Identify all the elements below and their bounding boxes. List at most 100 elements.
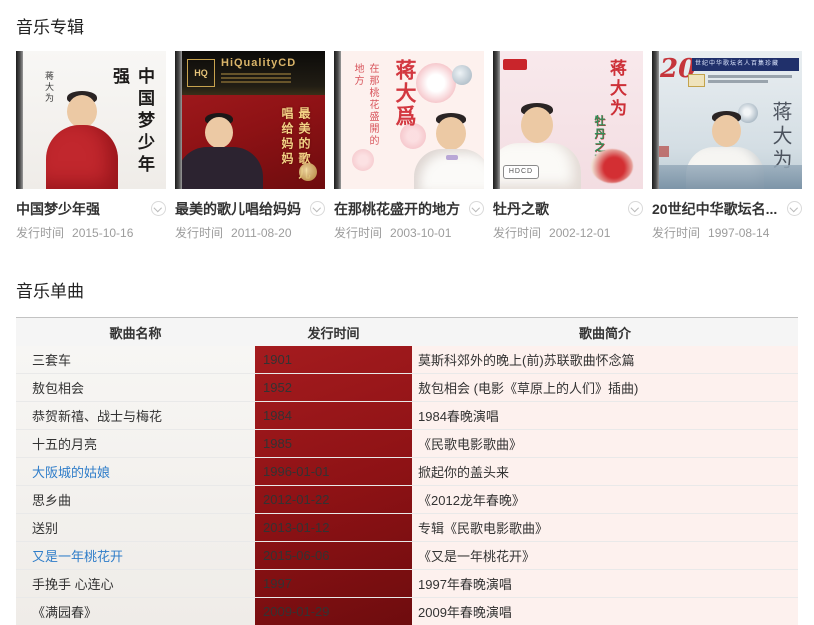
song-desc: 《2012龙年春晚》 [412,486,798,514]
album-title: 最美的歌儿唱给妈妈 [175,199,301,219]
cd-spine [175,51,182,189]
table-row: 送别 2013-01-12 专辑《民歌电影歌曲》 [16,514,798,542]
chevron-down-icon[interactable] [151,201,166,216]
singles-table-body: 三套车 1901 莫斯科郊外的晚上(前)苏联歌曲怀念篇 敖包相会 1952 敖包… [16,346,798,625]
song-name: 恭贺新禧、战士与梅花 [32,409,162,424]
song-desc: 专辑《民歌电影歌曲》 [412,514,798,542]
cover-top-band: HQ HiQualityCD [175,51,325,95]
cover-artist-text: 蒋大为 [43,71,56,104]
person-figure [67,95,97,128]
song-release-date: 1996-01-01 [255,458,412,486]
table-row: 思乡曲 2012-01-22 《2012龙年春晚》 [16,486,798,514]
song-desc: 莫斯科郊外的晚上(前)苏联歌曲怀念篇 [412,346,798,374]
cd-spine [16,51,23,189]
album-cover[interactable]: HQ HiQualityCD 最美的歌儿唱给妈妈 [175,51,325,189]
silver-badge [452,65,472,85]
hq-logo: HQ [187,59,215,87]
song-name: 送别 [32,521,58,536]
song-name: 思乡曲 [32,493,71,508]
cover-artist-text: 蒋大为 [604,59,629,119]
chevron-down-icon[interactable] [310,201,325,216]
person-figure [205,117,233,148]
song-release-date: 2013-01-12 [255,514,412,542]
cover-fine-print [221,73,291,83]
song-release-date: 2015-06-06 [255,542,412,570]
table-row: 恭贺新禧、战士与梅花 1984 1984春晚演唱 [16,402,798,430]
cover-fine-print [708,80,768,83]
song-release-date: 1997 [255,570,412,598]
cd-spine [652,51,659,189]
release-label: 发行时间 [16,226,64,240]
song-name[interactable]: 大阪城的姑娘 [32,465,110,480]
col-header-song-intro: 歌曲简介 [412,318,798,347]
album-cover[interactable]: 蒋大为 中国梦少年强 [16,51,166,189]
song-desc: 掀起你的盖头来 [412,458,798,486]
cover-title-calligraphy: 中国梦少年强 [107,67,157,189]
table-row: 大阪城的姑娘 1996-01-01 掀起你的盖头来 [16,458,798,486]
bow-tie [446,155,458,160]
blossom-decoration [416,63,456,103]
album-release: 发行时间 2002-12-01 [493,224,643,241]
album-list: 蒋大为 中国梦少年强 中国梦少年强 发行时间 2015-10-16 HQ HiQu… [16,51,798,241]
song-release-date: 1985 [255,430,412,458]
chevron-down-icon[interactable] [787,201,802,216]
song-name: 三套车 [32,353,71,368]
person-figure [436,117,466,150]
col-header-release-date: 发行时间 [255,318,412,347]
table-header-row: 歌曲名称 发行时间 歌曲简介 [16,318,798,347]
release-label: 发行时间 [652,226,700,240]
song-desc: 2009年春晚演唱 [412,598,798,625]
release-date: 2002-12-01 [549,226,610,240]
singles-section-title: 音乐单曲 [16,277,798,302]
album-cover[interactable]: 蒋大为 牡丹之歌 HDCD [493,51,643,189]
album-card: 在那桃花盛開的地方 蒋大爲 在那桃花盛开的地方 发行时间 2003-10-01 [334,51,484,241]
album-card: HQ HiQualityCD 最美的歌儿唱给妈妈 最美的歌儿唱给妈妈 发行时间2… [175,51,325,241]
gold-disc-logo [299,163,317,181]
album-card: 蒋大为 牡丹之歌 HDCD 牡丹之歌 发行时间 2002-12-01 [493,51,643,241]
cd-disc-logo [738,103,758,123]
cover-artist-text: 蒋大爲 [390,59,420,128]
release-date: 2003-10-01 [390,226,451,240]
release-label: 发行时间 [175,226,223,240]
album-cover[interactable]: 在那桃花盛開的地方 蒋大爲 [334,51,484,189]
hdcd-logo: HDCD [503,165,539,179]
chevron-down-icon[interactable] [469,201,484,216]
cover-banner-text: 世纪中华歌坛名人百集珍藏 [692,58,799,71]
song-name: 《满园春》 [32,605,97,620]
cd-spine [334,51,341,189]
table-row: 敖包相会 1952 敖包相会 (电影《草原上的人们》插曲) [16,374,798,402]
album-card: 20 世纪中华歌坛名人百集珍藏 蒋大为 20世纪中华歌坛名... 发行时间199… [652,51,802,241]
album-title: 牡丹之歌 [493,199,549,219]
gold-stamp [688,74,705,87]
table-row: 手挽手 心连心 1997 1997年春晚演唱 [16,570,798,598]
album-title: 中国梦少年强 [16,199,100,219]
person-figure [521,107,553,143]
song-release-date: 1901 [255,346,412,374]
release-date: 1997-08-14 [708,226,769,240]
song-desc: 敖包相会 (电影《草原上的人们》插曲) [412,374,798,402]
song-desc: 《又是一年桃花开》 [412,542,798,570]
table-row: 《满园春》 2009-01-29 2009年春晚演唱 [16,598,798,625]
release-label: 发行时间 [493,226,541,240]
song-release-date: 1984 [255,402,412,430]
song-name: 敖包相会 [32,381,84,396]
red-seal [658,146,669,157]
song-name[interactable]: 又是一年桃花开 [32,549,123,564]
album-cover[interactable]: 20 世纪中华歌坛名人百集珍藏 蒋大为 [652,51,802,189]
chevron-down-icon[interactable] [628,201,643,216]
table-row: 又是一年桃花开 2015-06-06 《又是一年桃花开》 [16,542,798,570]
album-title: 在那桃花盛开的地方 [334,199,460,219]
album-release: 发行时间 2003-10-01 [334,224,484,241]
great-wall-band [652,165,802,189]
release-date: 2015-10-16 [72,226,133,240]
song-release-date: 1952 [255,374,412,402]
album-release: 发行时间 1997-08-14 [652,224,802,241]
singles-table: 歌曲名称 发行时间 歌曲简介 三套车 1901 莫斯科郊外的晚上(前)苏联歌曲怀… [16,317,798,625]
cover-artist-calligraphy: 蒋大为 [767,101,796,173]
person-figure [177,147,263,189]
label-logo [503,59,527,70]
cover-fine-print [708,75,792,78]
page: 音乐专辑 蒋大为 中国梦少年强 中国梦少年强 发行时间2015-10-16 [0,0,814,625]
col-header-song-name: 歌曲名称 [16,318,255,347]
release-label: 发行时间 [334,226,382,240]
